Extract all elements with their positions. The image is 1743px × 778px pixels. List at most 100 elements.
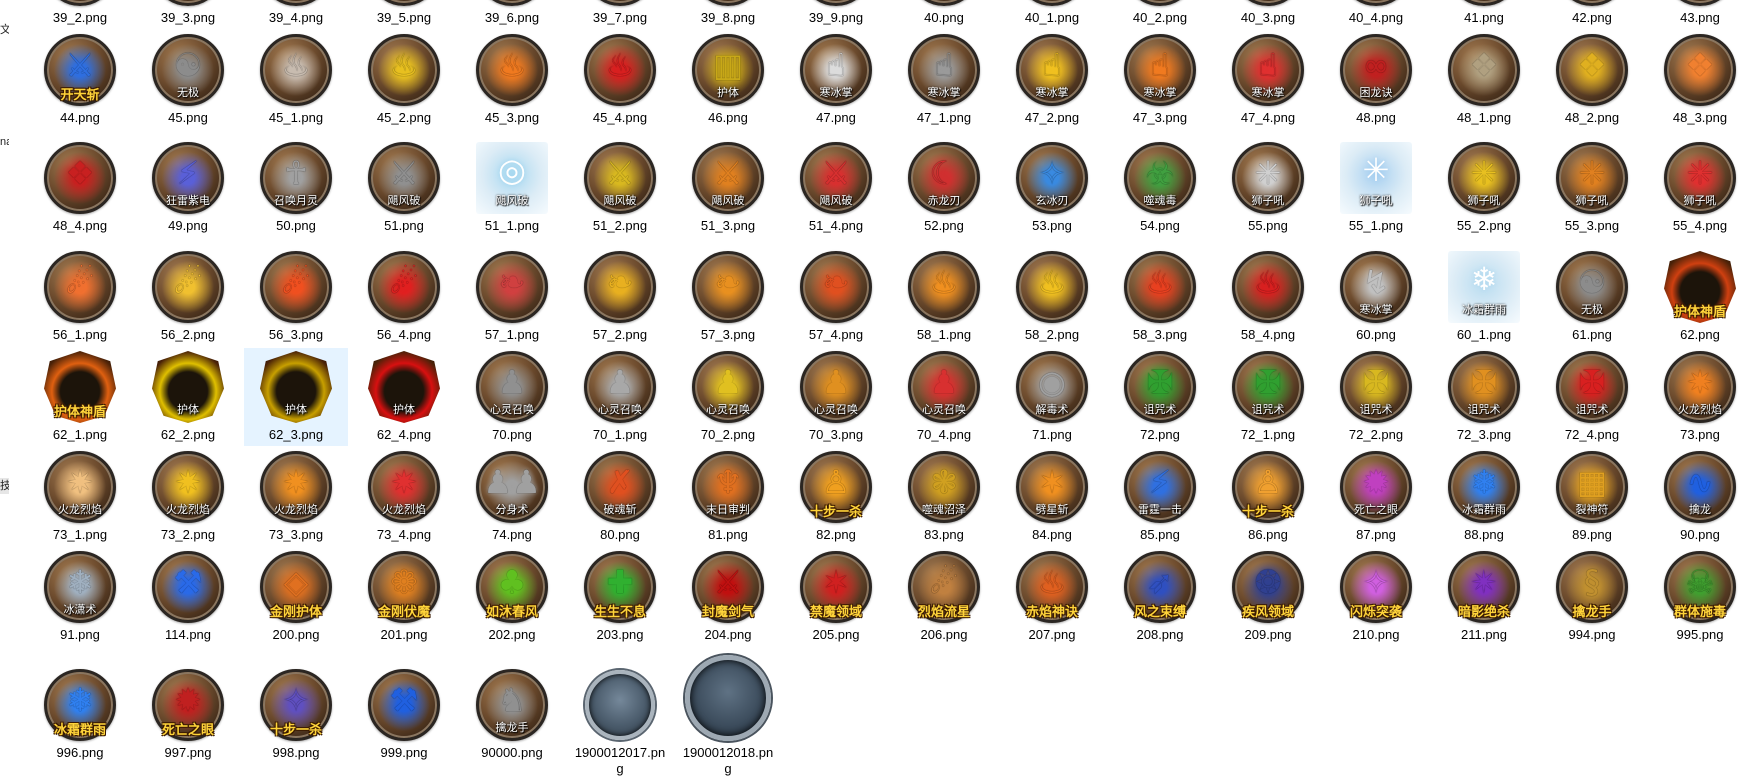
file-item[interactable]: ⚒ 114.png (145, 551, 231, 643)
file-item[interactable]: 1900012017.png (575, 669, 665, 777)
file-name[interactable]: 45_4.png (577, 110, 663, 126)
file-name[interactable]: 40.png (901, 10, 987, 26)
file-item[interactable]: ✦ 39_4.png (253, 0, 339, 26)
file-item[interactable]: ♞ 擒龙手 90000.png (469, 669, 555, 761)
file-name[interactable]: 57_4.png (793, 327, 879, 343)
file-item[interactable]: ✹ 死亡之眼 997.png (145, 669, 231, 761)
file-name[interactable]: 114.png (145, 627, 231, 643)
file-item[interactable]: ✦ 40_3.png (1225, 0, 1311, 26)
file-name[interactable]: 55_3.png (1549, 218, 1635, 234)
file-name[interactable]: 51_1.png (469, 218, 555, 234)
file-name[interactable]: 57_1.png (469, 327, 555, 343)
file-item[interactable]: ⚔ 开天斩 44.png (37, 34, 123, 126)
file-item[interactable]: ✧ 玄冰刃 53.png (1009, 142, 1095, 234)
file-item[interactable]: ✠ 诅咒术 72_4.png (1549, 351, 1635, 443)
file-item[interactable]: ◉ 解毒术 71.png (1009, 351, 1095, 443)
file-item[interactable]: ☝ 寒冰掌 47_2.png (1009, 34, 1095, 126)
file-name[interactable]: 72_3.png (1441, 427, 1527, 443)
file-name[interactable]: 73.png (1657, 427, 1743, 443)
file-name[interactable]: 51_4.png (793, 218, 879, 234)
file-item[interactable]: ✦ 43.png (1657, 0, 1743, 26)
file-item[interactable]: § 擒龙手 994.png (1549, 551, 1635, 643)
file-name[interactable]: 74.png (469, 527, 555, 543)
file-name[interactable]: 81.png (685, 527, 771, 543)
file-item[interactable]: 1900012018.png (682, 655, 774, 777)
file-item[interactable]: ✦ 41.png (1441, 0, 1527, 26)
file-item[interactable]: ❄ 冰潇术 91.png (37, 551, 123, 643)
file-name[interactable]: 40_1.png (1009, 10, 1095, 26)
file-item[interactable]: ☣ 噬魂毒 54.png (1117, 142, 1203, 234)
file-name[interactable]: 45_1.png (253, 110, 339, 126)
file-name[interactable]: 57_3.png (685, 327, 771, 343)
file-item[interactable]: ♨ 45_1.png (253, 34, 339, 126)
file-item[interactable]: ✳ 狮子吼 55_3.png (1549, 142, 1635, 234)
file-name[interactable]: 53.png (1009, 218, 1095, 234)
file-name[interactable]: 56_1.png (37, 327, 123, 343)
file-item[interactable]: ❖ 48_4.png (37, 142, 123, 234)
file-name[interactable]: 72_4.png (1549, 427, 1635, 443)
file-item[interactable]: ✶ 劈星斩 84.png (1009, 451, 1095, 543)
file-item[interactable]: ✳ 狮子吼 55_2.png (1441, 142, 1527, 234)
file-item[interactable]: ♨ 58_2.png (1009, 251, 1095, 343)
file-name[interactable]: 73_2.png (145, 527, 231, 543)
file-name[interactable]: 62_4.png (361, 427, 447, 443)
file-name[interactable]: 89.png (1549, 527, 1635, 543)
file-name[interactable]: 55.png (1225, 218, 1311, 234)
file-item[interactable]: ✦ 39_2.png (37, 0, 123, 26)
file-item[interactable]: ✳ 狮子吼 55_1.png (1333, 142, 1419, 234)
file-item[interactable]: ❖ 48_1.png (1441, 34, 1527, 126)
file-name[interactable]: 45_2.png (361, 110, 447, 126)
file-item[interactable]: ♙ 十步一杀 82.png (793, 451, 879, 543)
file-name[interactable]: 85.png (1117, 527, 1203, 543)
file-name[interactable]: 55_4.png (1657, 218, 1743, 234)
file-item[interactable]: ♟ 心灵召唤 70_4.png (901, 351, 987, 443)
file-name[interactable]: 44.png (37, 110, 123, 126)
file-name[interactable]: 55_1.png (1333, 218, 1419, 234)
file-name[interactable]: 52.png (901, 218, 987, 234)
file-name[interactable]: 58_2.png (1009, 327, 1095, 343)
file-name[interactable]: 47_4.png (1225, 110, 1311, 126)
file-item[interactable]: ✠ 诅咒术 72_3.png (1441, 351, 1527, 443)
file-item[interactable]: ♨ 赤焰神诀 207.png (1009, 551, 1095, 643)
file-item[interactable]: ♨ 58_4.png (1225, 251, 1311, 343)
file-name[interactable]: 996.png (34, 745, 126, 761)
file-item[interactable]: ♣ 如沐春风 202.png (469, 551, 555, 643)
file-item[interactable]: ❧ 57_1.png (469, 251, 555, 343)
file-item[interactable]: ✷ 火龙烈焰 73_3.png (253, 451, 339, 543)
file-item[interactable]: ✧ 十步一杀 998.png (253, 669, 339, 761)
file-name[interactable]: 42.png (1549, 10, 1635, 26)
file-name[interactable]: 60_1.png (1441, 327, 1527, 343)
file-name[interactable]: 45.png (145, 110, 231, 126)
file-name[interactable]: 56_4.png (361, 327, 447, 343)
file-name[interactable]: 207.png (1009, 627, 1095, 643)
file-name[interactable]: 51_3.png (685, 218, 771, 234)
file-item[interactable]: ☯ 无极 61.png (1549, 251, 1635, 343)
file-name[interactable]: 62_1.png (37, 427, 123, 443)
file-item[interactable]: ✴ 暗影绝杀 211.png (1441, 551, 1527, 643)
file-name[interactable]: 91.png (37, 627, 123, 643)
file-item[interactable]: ✧ 闪烁突袭 210.png (1333, 551, 1419, 643)
file-name[interactable]: 1900012018.png (682, 745, 774, 777)
file-name[interactable]: 51_2.png (577, 218, 663, 234)
file-item[interactable]: ☄ 56_2.png (145, 251, 231, 343)
file-item[interactable]: ❄ 冰霜群雨 996.png (37, 669, 123, 761)
file-item[interactable]: ✦ 39_8.png (685, 0, 771, 26)
file-item[interactable]: ✦ 39_5.png (361, 0, 447, 26)
file-name[interactable]: 57_2.png (577, 327, 663, 343)
file-name[interactable]: 90.png (1657, 527, 1743, 543)
file-item[interactable]: ✠ 诅咒术 72.png (1117, 351, 1203, 443)
file-item[interactable]: ∿ 擒龙 90.png (1657, 451, 1743, 543)
file-item[interactable]: ☝ 寒冰掌 47_3.png (1117, 34, 1203, 126)
file-name[interactable]: 61.png (1549, 327, 1635, 343)
file-name[interactable]: 56_2.png (145, 327, 231, 343)
file-item[interactable]: ♟ 心灵召唤 70_1.png (577, 351, 663, 443)
file-item[interactable]: ➶ 风之束缚 208.png (1117, 551, 1203, 643)
file-name[interactable]: 72_2.png (1333, 427, 1419, 443)
file-name[interactable]: 200.png (253, 627, 339, 643)
file-name[interactable]: 58_4.png (1225, 327, 1311, 343)
file-name[interactable]: 201.png (361, 627, 447, 643)
file-item[interactable]: ✷ 火龙烈焰 73_1.png (37, 451, 123, 543)
file-name[interactable]: 60.png (1333, 327, 1419, 343)
file-name[interactable]: 41.png (1441, 10, 1527, 26)
file-name[interactable]: 90000.png (466, 745, 558, 761)
